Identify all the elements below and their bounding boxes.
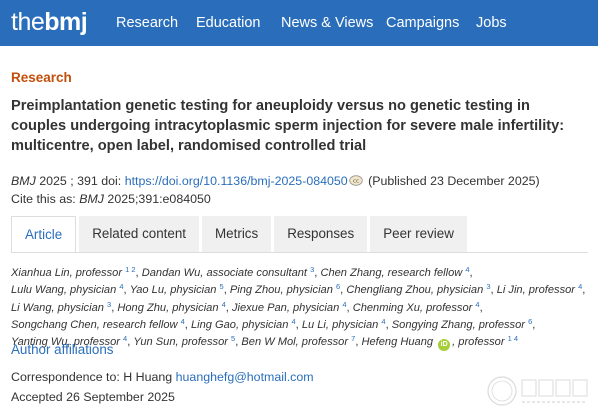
- journal-name: BMJ: [11, 174, 36, 188]
- correspondence: Correspondence to: H Huang huanghefg@hot…: [11, 370, 314, 384]
- author-entry[interactable]: Hefeng Huang iD, professor 1 4: [361, 334, 518, 352]
- nav-jobs[interactable]: Jobs: [476, 14, 507, 32]
- author-name: Xianhua Lin, professor: [11, 267, 123, 279]
- nav-news-views[interactable]: News & Views: [281, 14, 373, 32]
- nav-campaigns[interactable]: Campaigns: [386, 14, 459, 32]
- cite-prefix: Cite this as:: [11, 192, 76, 206]
- author-name: Jiexue Pan, physician: [231, 301, 340, 314]
- author-name: Yun Sun, professor: [133, 336, 228, 349]
- doi-link[interactable]: https://doi.org/10.1136/bmj-2025-084050: [125, 174, 348, 188]
- accepted-date: Accepted 26 September 2025: [11, 390, 175, 404]
- cite-journal: BMJ: [79, 192, 104, 206]
- author-name: Lu Li, physician: [301, 318, 379, 331]
- author-affiliation-number[interactable]: 1 4: [508, 334, 518, 343]
- citation-line: BMJ 2025 ; 391 doi: https://doi.org/10.1…: [11, 173, 540, 189]
- article-title: Preimplantation genetic testing for aneu…: [11, 98, 565, 154]
- orcid-icon[interactable]: iD: [438, 339, 451, 352]
- university-seal-watermark: [487, 376, 588, 406]
- author-entry[interactable]: Xianhua Lin, professor 1 2: [11, 265, 136, 279]
- author-role-suffix: , professor: [452, 336, 505, 349]
- author-name: Li Jin, professor: [496, 284, 575, 297]
- author-entry[interactable]: Chenming Xu, professor 4: [352, 300, 480, 314]
- author-entry[interactable]: Hong Zhu, physician 4: [117, 300, 225, 314]
- author-name: Chengliang Zhou, physician: [346, 284, 484, 297]
- cite-ref: 2025;391:e084050: [107, 192, 211, 206]
- author-name: Chenming Xu, professor: [352, 301, 473, 314]
- published-date: (Published 23 December 2025): [368, 174, 540, 188]
- author-entry[interactable]: Jiexue Pan, physician 4: [231, 300, 347, 314]
- author-entry[interactable]: Yao Lu, physician 5: [129, 283, 224, 297]
- cite-as-line: Cite this as: BMJ 2025;391:e084050: [11, 191, 211, 207]
- author-entry[interactable]: Chen Zhang, research fellow 4: [320, 266, 469, 279]
- author-affiliations-link[interactable]: Author affiliations: [11, 342, 113, 357]
- bmj-logo[interactable]: thebmj: [11, 8, 88, 36]
- author-entry[interactable]: Songying Zhang, professor 6: [391, 318, 532, 331]
- tab-peer-review[interactable]: Peer review: [370, 216, 467, 252]
- author-entry[interactable]: Yun Sun, professor 5: [133, 335, 235, 349]
- author-affiliation-number[interactable]: 1 2: [125, 265, 135, 274]
- author-entry[interactable]: Li Jin, professor 4: [496, 283, 583, 297]
- author-entry[interactable]: Dandan Wu, associate consultant 3: [141, 266, 315, 279]
- top-navigation-bar: thebmj Research Education News & Views C…: [0, 0, 598, 46]
- section-label: Research: [11, 70, 72, 85]
- author-entry[interactable]: Ling Gao, physician 4: [190, 318, 296, 331]
- author-entry[interactable]: Lu Li, physician 4: [301, 318, 386, 331]
- author-name: Chen Zhang, research fellow: [320, 267, 463, 279]
- author-name: Songchang Chen, research fellow: [11, 318, 178, 331]
- author-name: Lulu Wang, physician: [11, 284, 117, 297]
- tab-article[interactable]: Article: [11, 216, 77, 253]
- author-name: Ping Zhou, physician: [229, 284, 333, 297]
- author-name: Li Wang, physician: [11, 301, 104, 314]
- logo-the: the: [11, 8, 45, 36]
- logo-bmj: bmj: [44, 8, 88, 36]
- nav-education[interactable]: Education: [196, 14, 261, 32]
- author-name: Hong Zhu, physician: [117, 301, 219, 314]
- correspondence-email[interactable]: huanghefg@hotmail.com: [176, 370, 314, 384]
- author-entry[interactable]: Lulu Wang, physician 4: [11, 283, 124, 297]
- tab-related-content[interactable]: Related content: [79, 216, 200, 252]
- author-name: Songying Zhang, professor: [391, 318, 525, 331]
- year-volume: 2025 ; 391: [39, 174, 98, 188]
- doi-label: doi:: [101, 174, 122, 188]
- tab-metrics[interactable]: Metrics: [202, 216, 272, 252]
- author-entry[interactable]: Ping Zhou, physician 6: [229, 283, 340, 297]
- author-entry[interactable]: Songchang Chen, research fellow 4: [11, 318, 185, 331]
- svg-text:cc: cc: [353, 179, 359, 185]
- author-list: Xianhua Lin, professor 1 2, Dandan Wu, a…: [11, 265, 591, 352]
- author-name: Dandan Wu, associate consultant: [141, 267, 307, 279]
- nav-research[interactable]: Research: [116, 14, 178, 32]
- tab-responses[interactable]: Responses: [274, 216, 368, 252]
- tab-divider: [11, 252, 588, 253]
- author-name: Yao Lu, physician: [129, 284, 217, 297]
- author-name: Ben W Mol, professor: [241, 336, 349, 349]
- author-entry[interactable]: Chengliang Zhou, physician 3: [346, 283, 490, 297]
- creative-commons-icon[interactable]: cc: [348, 175, 363, 186]
- author-name: Ling Gao, physician: [190, 318, 289, 331]
- author-entry[interactable]: Li Wang, physician 3: [11, 300, 111, 314]
- article-tabs: Article Related content Metrics Response…: [11, 216, 467, 253]
- author-entry[interactable]: Ben W Mol, professor 7: [241, 335, 355, 349]
- author-name: Hefeng Huang: [361, 336, 434, 349]
- correspondence-label: Correspondence to: H Huang: [11, 370, 173, 384]
